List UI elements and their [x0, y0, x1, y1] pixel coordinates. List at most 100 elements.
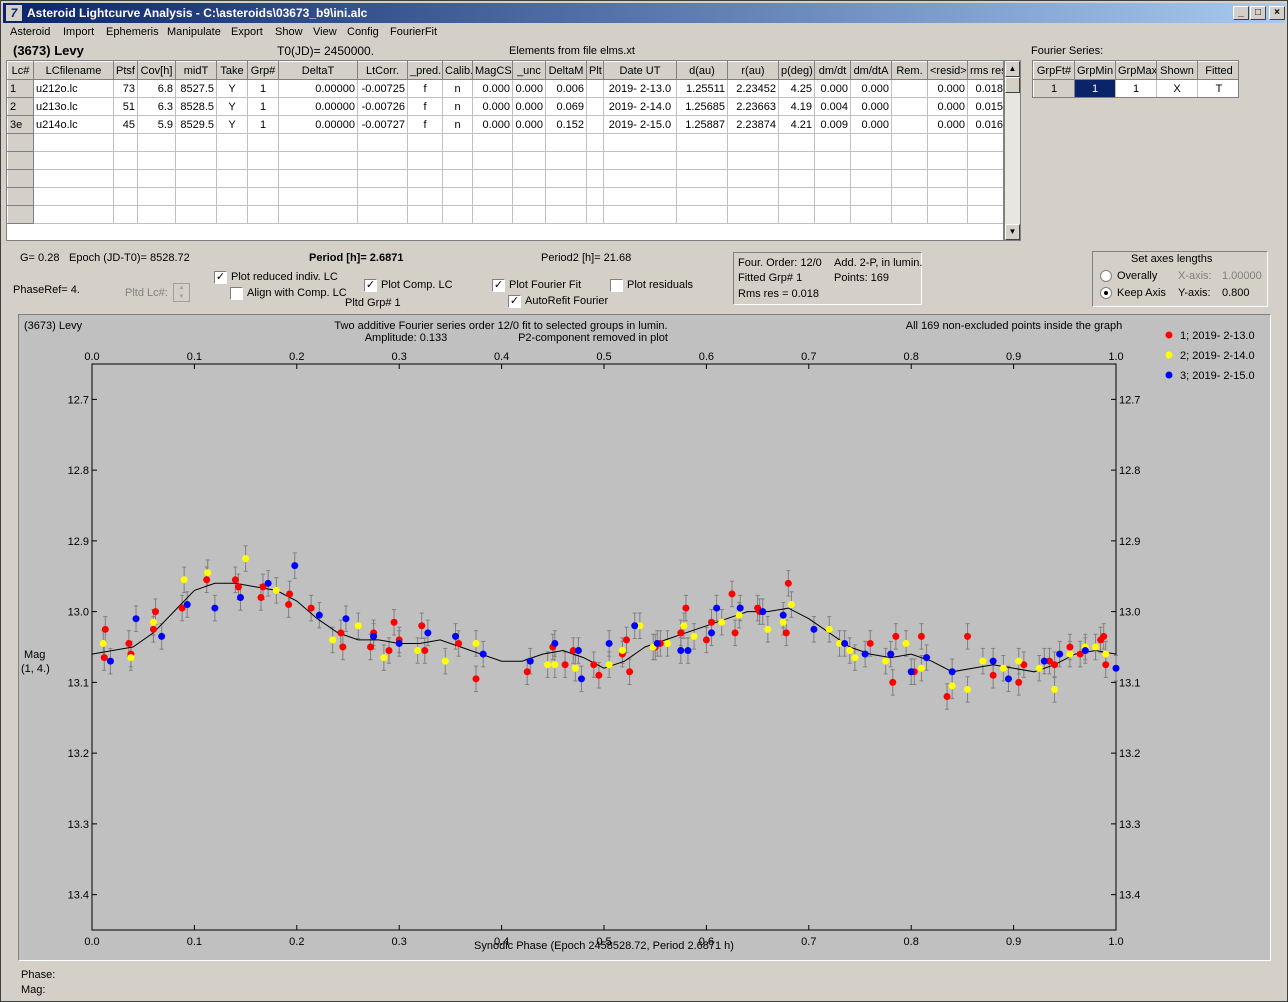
table-row-empty[interactable]	[7, 187, 1003, 206]
table-row-empty[interactable]	[7, 133, 1003, 152]
menu-ephemeris[interactable]: Ephemeris	[106, 26, 159, 38]
data-point	[631, 622, 639, 630]
lightcurve-table[interactable]: Lc# LCfilename Ptsf Cov[h] midT Take Grp…	[6, 60, 1004, 241]
align-comp-label[interactable]: Align with Comp. LC	[247, 287, 347, 299]
autorefit-label[interactable]: AutoRefit Fourier	[525, 295, 608, 307]
rms-res: Rms res = 0.018	[738, 288, 820, 300]
menu-view[interactable]: View	[313, 26, 337, 38]
col-header[interactable]: LtCorr.	[357, 61, 408, 80]
col-header[interactable]: LCfilename	[33, 61, 114, 80]
data-point	[342, 615, 350, 623]
col-header[interactable]: DeltaT	[278, 61, 358, 80]
pltd-lc-spinner[interactable]: ▲ ▼	[173, 283, 190, 302]
keep-axis-radio[interactable]	[1100, 287, 1112, 299]
col-header[interactable]: MagCS	[472, 61, 513, 80]
data-point	[618, 647, 626, 655]
col-header[interactable]: Cov[h]	[137, 61, 176, 80]
data-point	[151, 608, 159, 616]
col-header[interactable]: p(deg)	[778, 61, 815, 80]
col-header[interactable]: rms res	[967, 61, 1003, 80]
legend-label: 1; 2019- 2-13.0	[1180, 330, 1255, 342]
col-header[interactable]: _pred.	[407, 61, 443, 80]
fourier-series-table[interactable]: GrpFt# GrpMin GrpMax Shown Fitted 1 1 1 …	[1032, 60, 1239, 98]
table-row-empty[interactable]	[7, 151, 1003, 170]
col-header[interactable]: d(au)	[676, 61, 728, 80]
y-axis-value[interactable]: 0.800	[1222, 287, 1250, 299]
scroll-up-icon[interactable]: ▲	[1005, 61, 1020, 77]
plot-reduced-label[interactable]: Plot reduced indiv. LC	[231, 271, 338, 283]
plot-comp-checkbox[interactable]: ✓	[364, 279, 377, 292]
y-tick-label: 13.3	[68, 819, 89, 831]
table-row[interactable]: 2 u213o.lc 51 6.3 8528.5 Y 1 0.00000 -0.…	[7, 97, 1003, 116]
col-header[interactable]: Plt	[586, 61, 604, 80]
plot-comp-label[interactable]: Plot Comp. LC	[381, 279, 453, 291]
table-row[interactable]: 3e u214o.lc 45 5.9 8529.5 Y 1 0.00000 -0…	[7, 115, 1003, 134]
table-row-empty[interactable]	[7, 205, 1003, 224]
data-point	[861, 650, 869, 658]
col-header[interactable]: Ptsf	[113, 61, 138, 80]
data-point	[882, 657, 890, 665]
menu-fourierfit[interactable]: FourierFit	[390, 26, 437, 38]
col-header[interactable]: <resid>	[927, 61, 968, 80]
plot-fourier-label[interactable]: Plot Fourier Fit	[509, 279, 581, 291]
col-header[interactable]: Date UT	[603, 61, 677, 80]
x-tick-label: 0.0	[84, 936, 99, 948]
plot-fourier-checkbox[interactable]: ✓	[492, 279, 505, 292]
table-row-empty[interactable]	[7, 169, 1003, 188]
col-header[interactable]: DeltaM	[545, 61, 587, 80]
data-point	[595, 671, 603, 679]
col-header[interactable]: Rem.	[891, 61, 928, 80]
data-point	[390, 618, 398, 626]
menu-manipulate[interactable]: Manipulate	[167, 26, 221, 38]
col-header[interactable]: Calib.	[442, 61, 473, 80]
x-tick-label-top: 0.9	[1006, 351, 1021, 363]
maximize-button[interactable]: □	[1250, 6, 1266, 20]
col-header[interactable]: r(au)	[727, 61, 779, 80]
legend-marker	[1165, 371, 1173, 379]
data-point	[677, 629, 685, 637]
data-point	[526, 657, 534, 665]
col-header[interactable]: Grp#	[247, 61, 279, 80]
table-row[interactable]: 1 1 1 X T	[1033, 79, 1238, 97]
menu-import[interactable]: Import	[63, 26, 94, 38]
legend-marker	[1165, 331, 1173, 339]
col-header[interactable]: Take	[216, 61, 248, 80]
close-button[interactable]: ×	[1269, 6, 1285, 20]
data-point	[264, 579, 272, 587]
table-row[interactable]: 1 u212o.lc 73 6.8 8527.5 Y 1 0.00000 -0.…	[7, 79, 1003, 98]
overall-label[interactable]: Overally	[1117, 270, 1157, 282]
align-comp-checkbox[interactable]	[230, 287, 243, 300]
plot-residuals-label[interactable]: Plot residuals	[627, 279, 693, 291]
menu-show[interactable]: Show	[275, 26, 303, 38]
data-point	[149, 618, 157, 626]
data-point	[626, 668, 634, 676]
menu-asteroid[interactable]: Asteroid	[10, 26, 50, 38]
data-point	[1102, 650, 1110, 658]
col-header[interactable]: dm/dt	[814, 61, 851, 80]
data-point	[782, 629, 790, 637]
lightcurve-plot[interactable]: (3673) Levy Two additive Fourier series …	[18, 314, 1271, 961]
overall-radio[interactable]	[1100, 270, 1112, 282]
app-icon[interactable]: 7	[6, 5, 22, 21]
menu-config[interactable]: Config	[347, 26, 379, 38]
scroll-down-icon[interactable]: ▼	[1005, 224, 1020, 240]
x-tick-label-top: 0.0	[84, 351, 99, 363]
plot-reduced-checkbox[interactable]: ✓	[214, 271, 227, 284]
plot-residuals-checkbox[interactable]	[610, 279, 623, 292]
col-header[interactable]: _unc	[512, 61, 546, 80]
menu-export[interactable]: Export	[231, 26, 263, 38]
data-point	[127, 654, 135, 662]
col-header[interactable]: dm/dtA	[850, 61, 892, 80]
minimize-button[interactable]: _	[1233, 6, 1249, 20]
col-header[interactable]: midT	[175, 61, 217, 80]
autorefit-checkbox[interactable]: ✓	[508, 295, 521, 308]
title-bar[interactable]: 7 Asteroid Lightcurve Analysis - C:\aste…	[3, 3, 1285, 23]
keep-axis-label[interactable]: Keep Axis	[1117, 287, 1166, 299]
g-value: G= 0.28	[20, 252, 60, 264]
data-point	[291, 562, 299, 570]
x-axis-value[interactable]: 1.00000	[1222, 270, 1262, 282]
table-scrollbar[interactable]: ▲ ▼	[1004, 60, 1021, 241]
epoch-value: Epoch (JD-T0)= 8528.72	[69, 252, 190, 264]
scroll-thumb[interactable]	[1005, 77, 1020, 93]
col-header[interactable]: Lc#	[7, 61, 34, 80]
